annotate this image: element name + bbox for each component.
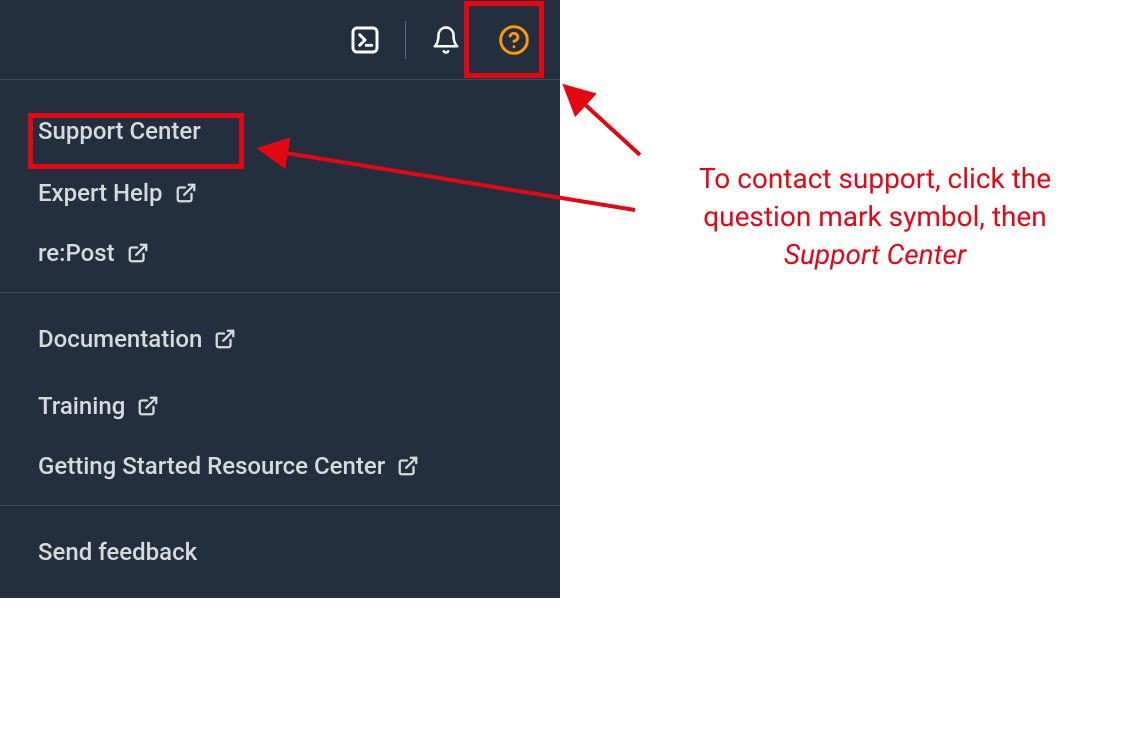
external-link-icon xyxy=(397,455,419,477)
menu-item-getting-started[interactable]: Getting Started Resource Center xyxy=(0,429,560,489)
menu-section-feedback: Send feedback xyxy=(0,506,560,598)
menu-section-resources: Documentation Training Getting Started xyxy=(0,293,560,506)
menu-item-label: Documentation xyxy=(38,325,202,353)
help-button[interactable] xyxy=(484,10,544,70)
menu-item-label: Getting Started Resource Center xyxy=(38,452,385,480)
menu-item-label: Expert Help xyxy=(38,179,163,207)
console-topbar xyxy=(0,0,560,80)
annotation-line: question mark symbol, then xyxy=(640,198,1110,236)
menu-item-expert-help[interactable]: Expert Help xyxy=(0,156,560,216)
menu-item-support-center[interactable]: Support Center xyxy=(0,96,560,156)
question-mark-icon xyxy=(498,24,530,56)
annotation-line: To contact support, click the xyxy=(640,160,1110,198)
notifications-button[interactable] xyxy=(416,10,476,70)
menu-item-label: Support Center xyxy=(38,117,201,145)
external-link-icon xyxy=(214,328,236,350)
menu-item-label: Training xyxy=(38,392,125,420)
topbar-divider xyxy=(405,21,406,59)
annotation-text: To contact support, click the question m… xyxy=(640,160,1110,273)
menu-item-repost[interactable]: re:Post xyxy=(0,216,560,276)
menu-section-support: Support Center Expert Help re:Post xyxy=(0,80,560,293)
annotation-line-italic: Support Center xyxy=(640,236,1110,274)
cloudshell-icon xyxy=(349,24,381,56)
menu-item-documentation[interactable]: Documentation xyxy=(0,309,560,369)
menu-item-training[interactable]: Training xyxy=(0,369,560,429)
help-dropdown-panel: Support Center Expert Help re:Post xyxy=(0,0,560,598)
external-link-icon xyxy=(137,395,159,417)
external-link-icon xyxy=(175,182,197,204)
cloudshell-button[interactable] xyxy=(335,10,395,70)
menu-item-send-feedback[interactable]: Send feedback xyxy=(0,522,560,582)
menu-item-label: re:Post xyxy=(38,239,115,267)
menu-item-label: Send feedback xyxy=(38,538,197,566)
external-link-icon xyxy=(127,242,149,264)
bell-icon xyxy=(431,25,461,55)
